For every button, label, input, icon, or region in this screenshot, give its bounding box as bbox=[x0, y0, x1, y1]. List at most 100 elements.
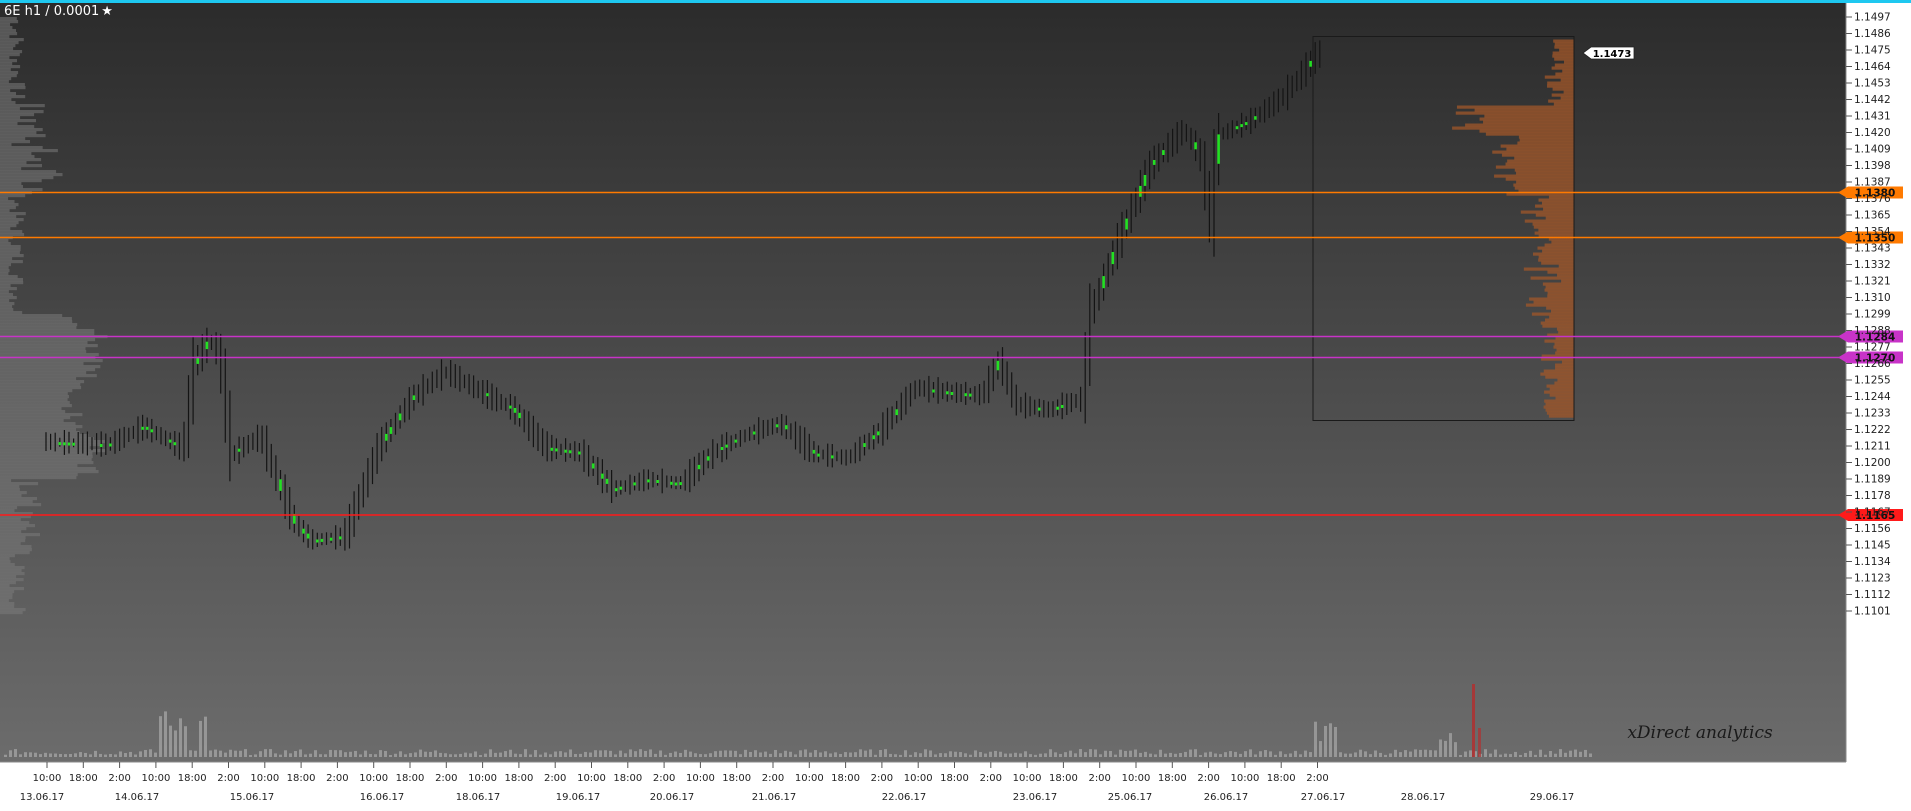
up-candle bbox=[1060, 405, 1064, 408]
profile-bar bbox=[1547, 291, 1574, 295]
profile-bar bbox=[0, 329, 95, 333]
profile-bar bbox=[1532, 252, 1574, 256]
profile-bar bbox=[0, 278, 23, 282]
profile-bar bbox=[1523, 267, 1574, 271]
volume-bar bbox=[1154, 754, 1157, 757]
volume-bar bbox=[479, 754, 482, 757]
volume-bar bbox=[1134, 749, 1137, 757]
volume-bar bbox=[614, 754, 617, 757]
profile-bar bbox=[0, 398, 68, 402]
price-chart[interactable]: 1.13801.13501.12841.12701.1165 1.14971.1… bbox=[0, 0, 1911, 811]
volume-bar bbox=[1374, 750, 1377, 757]
up-candle bbox=[601, 473, 604, 479]
profile-bar bbox=[0, 20, 19, 24]
profile-bar bbox=[0, 149, 58, 153]
volume-bar bbox=[1064, 752, 1067, 757]
volume-bar bbox=[889, 753, 892, 757]
up-candle bbox=[706, 456, 710, 461]
profile-bar bbox=[0, 83, 25, 87]
up-candle bbox=[145, 426, 149, 430]
time-tick-label: 2:00 bbox=[435, 773, 457, 784]
volume-bar bbox=[789, 751, 792, 757]
profile-bar bbox=[0, 254, 24, 258]
up-candle bbox=[168, 439, 172, 443]
volume-bar bbox=[19, 754, 22, 757]
volume-bar bbox=[1499, 754, 1502, 757]
profile-bar bbox=[1540, 321, 1575, 325]
volume-bar bbox=[1014, 752, 1017, 757]
profile-bar bbox=[0, 185, 23, 189]
time-axis-panel[interactable] bbox=[0, 762, 1846, 811]
profile-bar bbox=[1563, 60, 1574, 64]
profile-bar bbox=[0, 158, 42, 162]
volume-bar bbox=[854, 752, 857, 757]
volume-bar bbox=[474, 751, 477, 757]
profile-bar bbox=[0, 35, 10, 39]
volume-bar bbox=[1069, 750, 1072, 757]
profile-bar bbox=[0, 308, 14, 312]
volume-bar bbox=[509, 749, 512, 757]
profile-bar bbox=[0, 497, 37, 501]
price-tick-label: 1.1464 bbox=[1854, 61, 1891, 73]
profile-bar bbox=[0, 227, 11, 231]
up-candle bbox=[1111, 252, 1115, 265]
profile-bar bbox=[0, 56, 10, 60]
profile-bar bbox=[0, 506, 18, 510]
profile-bar bbox=[0, 563, 15, 567]
volume-bar bbox=[914, 752, 917, 757]
volume-bar bbox=[1489, 753, 1492, 757]
volume-bar bbox=[299, 749, 302, 757]
volume-bar bbox=[1554, 753, 1557, 757]
profile-bar bbox=[0, 188, 43, 192]
volume-bar bbox=[899, 754, 902, 757]
up-candle bbox=[1162, 150, 1165, 155]
profile-bar bbox=[1543, 369, 1574, 373]
volume-bar bbox=[499, 752, 502, 757]
profile-bar bbox=[0, 146, 43, 150]
volume-bar bbox=[1369, 754, 1372, 757]
profile-bar bbox=[1545, 408, 1574, 412]
volume-bar bbox=[189, 750, 192, 757]
volume-bar bbox=[979, 752, 982, 757]
volume-bar bbox=[1209, 751, 1212, 757]
star-icon[interactable]: ★ bbox=[101, 4, 113, 19]
profile-bar bbox=[0, 557, 10, 561]
volume-bar bbox=[694, 753, 697, 757]
profile-bar bbox=[0, 68, 11, 72]
volume-bar bbox=[689, 751, 692, 757]
up-candle bbox=[964, 393, 967, 397]
volume-bar bbox=[449, 754, 452, 757]
time-tick-label: 2:00 bbox=[871, 773, 893, 784]
volume-bar bbox=[1059, 753, 1062, 757]
volume-bar bbox=[989, 751, 992, 757]
volume-bar bbox=[1174, 753, 1177, 757]
profile-bar bbox=[0, 182, 22, 186]
volume-bar bbox=[919, 753, 922, 757]
time-tick-label: 2:00 bbox=[326, 773, 348, 784]
profile-bar bbox=[1533, 300, 1575, 304]
volume-bar bbox=[394, 753, 397, 757]
profile-bar bbox=[0, 425, 83, 429]
volume-bar bbox=[514, 753, 517, 757]
profile-bar bbox=[1541, 201, 1574, 205]
profile-bar bbox=[1494, 174, 1575, 178]
profile-bar bbox=[0, 206, 16, 210]
chart-title-bar[interactable]: 6E h1 / 0.0001 ★ bbox=[4, 4, 113, 19]
profile-bar bbox=[0, 539, 26, 543]
profile-bar bbox=[0, 26, 13, 30]
volume-bar bbox=[639, 749, 642, 757]
volume-bar bbox=[1104, 750, 1107, 757]
profile-bar bbox=[0, 413, 83, 417]
price-tick-label: 1.1354 bbox=[1854, 226, 1891, 238]
up-candle bbox=[398, 413, 402, 421]
profile-bar bbox=[0, 392, 68, 396]
volume-bar bbox=[944, 753, 947, 757]
volume-bar bbox=[59, 754, 62, 757]
price-tick-label: 1.1211 bbox=[1854, 441, 1891, 453]
profile-bar bbox=[0, 326, 77, 330]
volume-bar bbox=[1404, 750, 1407, 757]
price-tick-label: 1.1420 bbox=[1854, 127, 1891, 139]
volume-bar bbox=[1349, 753, 1352, 757]
price-tick-label: 1.1134 bbox=[1854, 556, 1891, 568]
profile-bar bbox=[1514, 186, 1575, 190]
